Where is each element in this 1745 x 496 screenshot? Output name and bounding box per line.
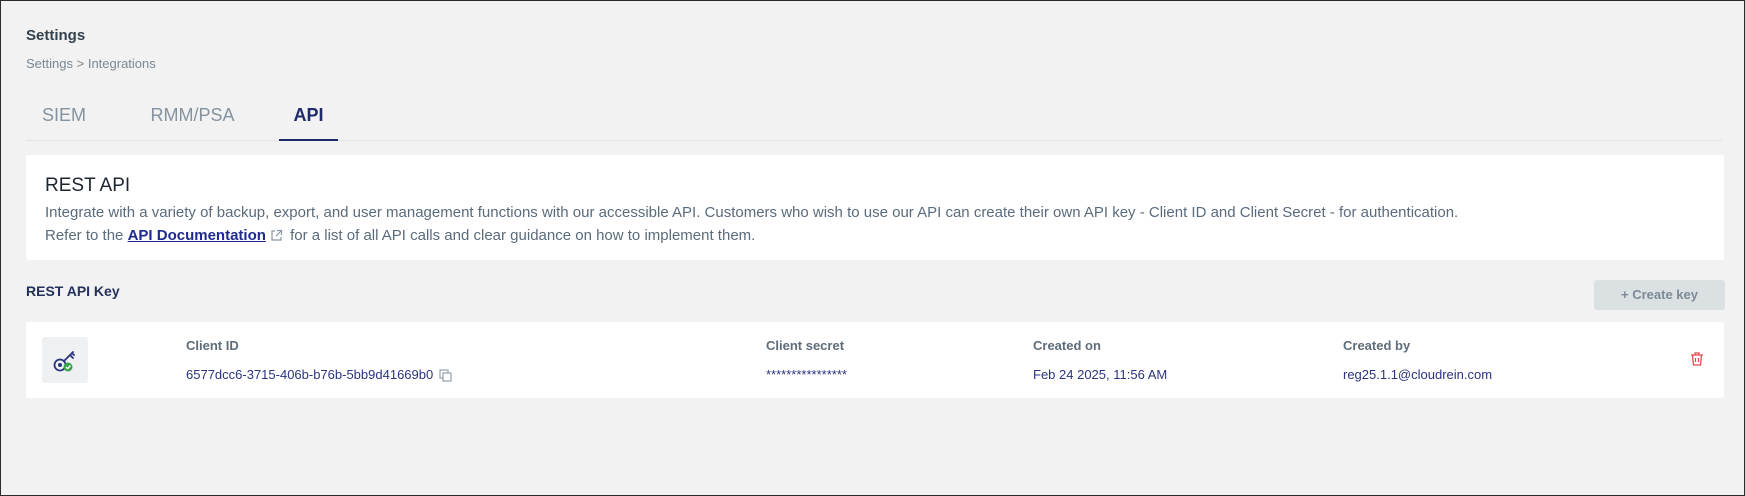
- client-secret-label: Client secret: [766, 338, 845, 353]
- created-on-value: Feb 24 2025, 11:56 AM: [1033, 367, 1168, 382]
- doc-suffix-text: for a list of all API calls and clear gu…: [290, 227, 756, 244]
- api-documentation-link[interactable]: API Documentation: [128, 227, 266, 244]
- breadcrumb: Settings > Integrations: [26, 56, 156, 71]
- rest-api-description: Integrate with a variety of backup, expo…: [45, 201, 1458, 249]
- rest-api-title: REST API: [45, 175, 131, 196]
- client-secret-column: Client secret ****************: [766, 338, 847, 384]
- integration-tabs: SIEM RMM/PSA API: [26, 97, 1722, 141]
- client-secret-value: ****************: [766, 367, 847, 382]
- tab-rmm-psa[interactable]: RMM/PSA: [144, 97, 241, 141]
- tab-api[interactable]: API: [279, 97, 338, 141]
- create-key-button[interactable]: + Create key: [1594, 280, 1725, 310]
- created-by-label: Created by: [1343, 338, 1411, 353]
- created-by-column: Created by reg25.1.1@cloudrein.com: [1343, 338, 1492, 384]
- breadcrumb-separator: >: [76, 56, 85, 71]
- rest-api-description-line1: Integrate with a variety of backup, expo…: [45, 204, 1459, 221]
- rest-api-key-section-title: REST API Key: [26, 283, 120, 299]
- rest-api-description-line2: Refer to the API Documentation for a lis…: [45, 224, 1458, 249]
- rest-api-info-card: REST API Integrate with a variety of bac…: [26, 155, 1724, 260]
- breadcrumb-current: Integrations: [87, 56, 156, 71]
- tab-siem[interactable]: SIEM: [41, 97, 87, 141]
- created-by-value: reg25.1.1@cloudrein.com: [1343, 367, 1493, 382]
- external-link-icon[interactable]: [270, 226, 283, 249]
- key-icon: [42, 337, 88, 383]
- client-id-value: 6577dcc6-3715-406b-b76b-5bb9d41669b0: [186, 367, 434, 382]
- created-on-label: Created on: [1033, 338, 1101, 353]
- api-key-row: Client ID 6577dcc6-3715-406b-b76b-5bb9d4…: [26, 322, 1724, 398]
- integrations-page: Settings Settings > Integrations SIEM RM…: [0, 0, 1745, 496]
- breadcrumb-root[interactable]: Settings: [26, 56, 73, 71]
- trash-icon[interactable]: [1688, 350, 1706, 368]
- copy-icon[interactable]: [439, 369, 452, 387]
- client-id-label: Client ID: [186, 338, 239, 353]
- client-id-column: Client ID 6577dcc6-3715-406b-b76b-5bb9d4…: [186, 338, 452, 387]
- doc-prefix-text: Refer to the: [45, 227, 124, 244]
- created-on-column: Created on Feb 24 2025, 11:56 AM: [1033, 338, 1167, 384]
- page-title: Settings: [26, 27, 86, 44]
